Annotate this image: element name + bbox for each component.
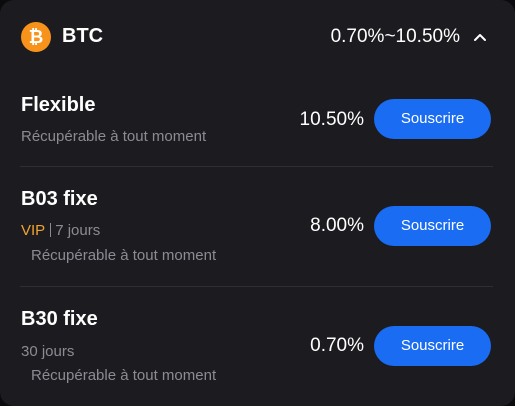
term-line: VIP 7 jours — [21, 222, 100, 240]
card-header[interactable]: ₿ BTC 0.70%~10.50% — [0, 0, 515, 74]
chevron-up-icon[interactable] — [472, 30, 488, 44]
product-name: B03 fixe — [21, 188, 98, 210]
bitcoin-icon: ₿ — [21, 22, 51, 52]
product-rate: 0.70% — [310, 335, 364, 356]
redeemable-note: Récupérable à tout moment — [31, 367, 217, 384]
subscribe-button[interactable]: Souscrire — [374, 326, 491, 366]
subscribe-button[interactable]: Souscrire — [374, 99, 491, 139]
redeemable-note: Récupérable à tout moment — [21, 128, 207, 145]
rate-range: 0.70%~10.50% — [330, 26, 460, 47]
redeemable-note: Récupérable à tout moment — [31, 247, 217, 264]
product-row-b30: B30 fixe 30 jours Récupérable à tout mom… — [0, 287, 515, 406]
subscribe-button[interactable]: Souscrire — [374, 206, 491, 246]
term-label: 30 jours — [21, 343, 75, 360]
product-rate: 8.00% — [310, 215, 364, 236]
coin-name: BTC — [62, 25, 104, 47]
product-rate: 10.50% — [299, 109, 364, 130]
btc-savings-card: ₿ BTC 0.70%~10.50% Flexible Récupérable … — [0, 0, 515, 406]
product-row-flexible: Flexible Récupérable à tout moment 10.50… — [0, 74, 515, 166]
term-label: 7 jours — [55, 222, 101, 239]
vip-badge: VIP — [21, 222, 46, 239]
separator — [50, 223, 52, 237]
product-name: Flexible — [21, 94, 96, 116]
product-row-b03: B03 fixe VIP 7 jours Récupérable à tout m… — [0, 167, 515, 286]
svg-text:₿: ₿ — [29, 27, 44, 47]
product-name: B30 fixe — [21, 308, 98, 330]
